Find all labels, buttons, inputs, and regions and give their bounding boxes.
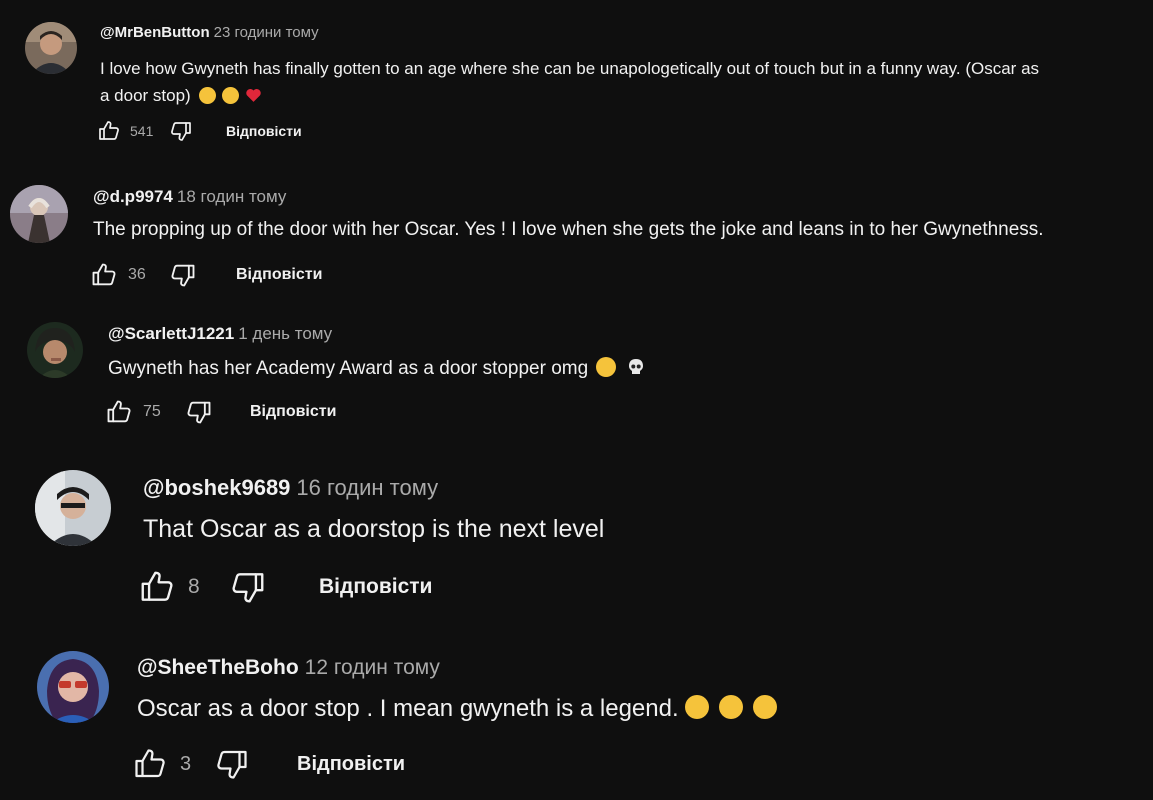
comment-actions: 8 Відповісти <box>138 568 432 606</box>
reply-button[interactable]: Відповісти <box>319 575 432 599</box>
thumbs-down-icon[interactable] <box>214 746 250 782</box>
comment-text-line: a door stop) <box>100 82 1140 109</box>
like-count: 541 <box>130 123 154 139</box>
avatar[interactable] <box>25 22 77 74</box>
rolling-laughing-emoji <box>596 357 617 377</box>
comment-author[interactable]: @MrBenButton <box>100 24 210 41</box>
comment-author[interactable]: @d.p9974 <box>93 187 173 206</box>
comment-header: @MrBenButton 23 години тому <box>100 24 319 41</box>
comment-text: Oscar as a door stop . I mean gwyneth is… <box>137 695 777 723</box>
comment-header: @boshek9689 16 годин тому <box>143 475 438 501</box>
like-count: 3 <box>180 752 192 775</box>
comment-time[interactable]: 23 години тому <box>214 24 319 41</box>
reply-button[interactable]: Відповісти <box>236 266 322 284</box>
reply-button[interactable]: Відповісти <box>297 753 405 776</box>
comment-text: Gwyneth has her Academy Award as a door … <box>108 357 646 380</box>
comment-item: @SheeTheBoho 12 годин тому Oscar as a doo… <box>0 635 1153 800</box>
comment-header: @ScarlettJ1221 1 день тому <box>108 324 332 344</box>
thumbs-up-icon[interactable] <box>90 261 118 289</box>
thumbs-up-icon[interactable] <box>132 746 168 782</box>
comment-author[interactable]: @SheeTheBoho <box>137 656 299 679</box>
grinning-sweat-emoji <box>198 87 216 104</box>
thumbs-up-icon[interactable] <box>138 568 176 606</box>
comment-text-content: Oscar as a door stop . I mean gwyneth is… <box>137 695 679 722</box>
comment-header: @d.p9974 18 годин тому <box>93 187 286 207</box>
reply-button[interactable]: Відповісти <box>250 403 336 421</box>
like-count: 36 <box>128 266 146 283</box>
rolling-laughing-emoji <box>752 695 777 719</box>
red-heart-emoji <box>245 85 262 102</box>
comment-time[interactable]: 1 день тому <box>238 324 332 343</box>
rolling-laughing-emoji <box>718 695 743 719</box>
like-count: 75 <box>143 403 161 420</box>
grinning-sweat-emoji <box>221 87 239 104</box>
thumbs-up-icon[interactable] <box>105 398 133 426</box>
rolling-laughing-emoji <box>684 695 709 719</box>
comment-item: @boshek9689 16 годин тому That Oscar as a… <box>0 455 1153 635</box>
comment-author[interactable]: @ScarlettJ1221 <box>108 324 234 343</box>
avatar[interactable] <box>35 470 111 546</box>
comment-item: @MrBenButton 23 години тому I love how Gw… <box>0 0 1153 160</box>
comment-actions: 3 Відповісти <box>132 746 405 782</box>
comment-author[interactable]: @boshek9689 <box>143 475 290 500</box>
comment-item: @d.p9974 18 годин тому The propping up of… <box>0 160 1153 310</box>
comment-actions: 36 Відповісти <box>90 261 322 289</box>
comment-actions: 541 Відповісти <box>96 119 302 143</box>
comment-text-line-content: a door stop) <box>100 86 191 105</box>
comment-time[interactable]: 16 годин тому <box>296 475 438 500</box>
comment-text: That Oscar as a doorstop is the next lev… <box>143 515 605 543</box>
avatar[interactable] <box>10 185 68 243</box>
thumbs-down-icon[interactable] <box>229 568 267 606</box>
thumbs-down-icon[interactable] <box>168 119 194 143</box>
reply-button[interactable]: Відповісти <box>226 123 302 139</box>
skull-emoji <box>626 357 646 377</box>
thumbs-down-icon[interactable] <box>169 261 197 289</box>
comment-item: @ScarlettJ1221 1 день тому Gwyneth has he… <box>0 310 1153 455</box>
comment-text: The propping up of the door with her Osc… <box>93 219 1044 240</box>
thumbs-up-icon[interactable] <box>96 119 122 143</box>
comment-header: @SheeTheBoho 12 годин тому <box>137 656 440 680</box>
comment-time[interactable]: 18 годин тому <box>177 187 287 206</box>
thumbs-down-icon[interactable] <box>185 398 213 426</box>
comment-text: I love how Gwyneth has finally gotten to… <box>100 55 1140 109</box>
comment-actions: 75 Відповісти <box>105 398 336 426</box>
comment-text-content: Gwyneth has her Academy Award as a door … <box>108 358 589 379</box>
comment-time[interactable]: 12 годин тому <box>305 656 440 679</box>
avatar[interactable] <box>27 322 83 378</box>
avatar[interactable] <box>37 651 109 723</box>
comment-text-line: I love how Gwyneth has finally gotten to… <box>100 59 1040 78</box>
like-count: 8 <box>188 575 200 598</box>
